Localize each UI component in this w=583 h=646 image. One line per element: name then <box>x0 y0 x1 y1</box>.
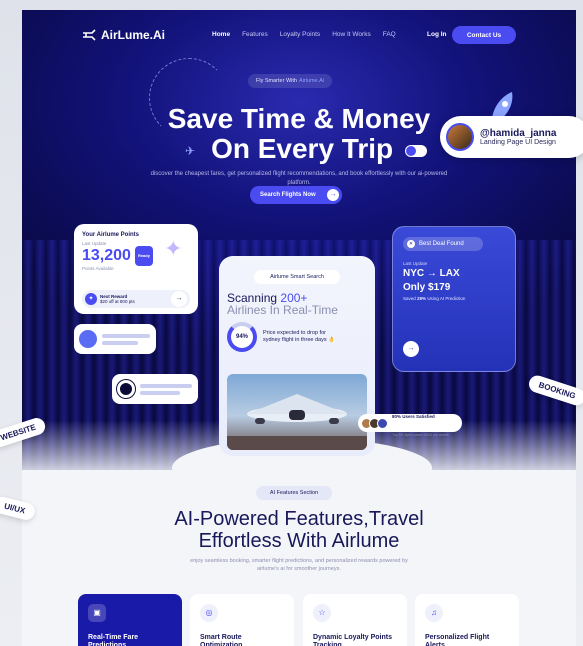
contact-button[interactable]: Contact Us <box>452 26 516 44</box>
best-deal-pill: ✕ Best Deal Found <box>403 237 483 251</box>
users-satisfied-badge: 80% Users Satisfied Top 8% flyers saved … <box>358 414 462 437</box>
features-title-line1: AI-Powered Features,Travel <box>174 508 424 530</box>
users-badge-text: 80% Users Satisfied Top 8% flyers saved … <box>392 405 449 441</box>
deal-price: Only $179 <box>403 282 451 293</box>
avatar <box>446 123 474 151</box>
text-placeholder-lines <box>102 333 150 345</box>
text-placeholder-lines <box>140 383 192 395</box>
smart-search-card[interactable]: Airlume Smart Search Scanning 200+ Airli… <box>219 256 375 456</box>
next-reward-text: Next Reward $20 off at 800 pts <box>100 294 135 305</box>
users-badge-desc: Top 8% flyers saved $400 per month <box>392 433 449 437</box>
profile-text: @hamida_janna Landing Page UI Design <box>480 128 556 146</box>
deal-saved-prefix: Saved <box>403 296 416 301</box>
arrow-right-icon: → <box>327 189 339 201</box>
designer-profile-badge: @hamida_janna Landing Page UI Design <box>440 116 583 158</box>
deal-route: NYC → LAX <box>403 268 460 279</box>
airplane-photo <box>227 374 367 450</box>
nav-link-home[interactable]: Home <box>212 31 230 38</box>
next-reward-desc: $20 off at 800 pts <box>100 299 135 304</box>
nav-link-how-it-works[interactable]: How It Works <box>332 31 371 38</box>
profile-role: Landing Page UI Design <box>480 139 556 146</box>
logo[interactable]: AirLume.Ai <box>82 28 165 42</box>
hero-pill-highlight: Airlume.Ai <box>298 78 325 84</box>
feature-title: Real-Time Fare Predictions <box>88 634 139 646</box>
scan-heading-line2: Airlines In Real-Time <box>227 303 338 317</box>
points-available-label: Points Available <box>82 266 114 271</box>
feature-title: Smart Route Optimization <box>200 634 243 646</box>
prediction-text: Price expected to drop for sydney flight… <box>263 330 335 343</box>
ready-badge: Ready <box>134 246 153 266</box>
features-subtitle: enjoy seamless booking, smarter flight p… <box>190 558 408 572</box>
feature-card-fare-predictions[interactable]: ▣ Real-Time Fare Predictions <box>78 594 182 646</box>
deal-saved-pct: 28% <box>417 296 427 301</box>
deal-saved-suffix: Using AI Prediction <box>427 296 466 301</box>
placeholder-card-1 <box>74 324 156 354</box>
deal-saved: Saved 28% Using AI Prediction <box>403 296 505 301</box>
plane-logo-icon <box>83 29 96 41</box>
next-reward-row[interactable]: ✦ Next Reward $20 off at 800 pts → <box>82 290 190 308</box>
search-flights-label: Search Flights Now <box>260 192 316 198</box>
arrow-right-icon[interactable]: → <box>403 341 419 357</box>
avatar <box>377 417 388 429</box>
avatar-group <box>361 417 388 429</box>
nav-link-features[interactable]: Features <box>242 31 268 38</box>
airplane-illustration <box>227 394 367 450</box>
ai-features-pill: AI Features Section <box>256 486 332 500</box>
login-link[interactable]: Log In <box>427 31 447 38</box>
sparkle-icon: ✦ <box>164 236 183 261</box>
nav-link-loyalty-points[interactable]: Loyalty Points <box>280 31 320 38</box>
feature-title: Dynamic Loyalty Points Tracking <box>313 634 392 646</box>
placeholder-card-2 <box>112 374 198 404</box>
points-value: 13,200 <box>82 247 131 264</box>
star-icon: ☆ <box>313 604 331 622</box>
prediction-row: 94% Price expected to drop for sydney fl… <box>227 322 367 352</box>
landing-page: AirLume.Ai Home Features Loyalty Points … <box>22 10 576 646</box>
bell-icon: ♫ <box>425 604 443 622</box>
percent-ring: 94% <box>227 322 257 352</box>
nav-links: Home Features Loyalty Points How It Work… <box>212 31 396 38</box>
feature-card-flight-alerts[interactable]: ♫ Personalized Flight Alerts <box>415 594 519 646</box>
next-reward-title: Next Reward <box>100 293 128 299</box>
best-deal-card[interactable]: ✕ Best Deal Found Last Update NYC → LAX … <box>392 226 516 372</box>
best-deal-label: Best Deal Found <box>419 241 464 247</box>
feature-card-loyalty-tracking[interactable]: ☆ Dynamic Loyalty Points Tracking <box>303 594 407 646</box>
radio-placeholder <box>117 380 135 398</box>
feature-title: Personalized Flight Alerts <box>425 634 490 646</box>
chart-icon: ▣ <box>88 604 106 622</box>
hero-pill-text: Fly Smarter With <box>256 78 297 84</box>
airplane-icon: ✈ <box>185 144 196 158</box>
feature-card-route-optimization[interactable]: ◎ Smart Route Optimization <box>190 594 294 646</box>
profile-handle: @hamida_janna <box>480 128 557 139</box>
search-flights-button[interactable]: Search Flights Now → <box>250 186 342 204</box>
logo-text: AirLume.Ai <box>101 28 166 42</box>
toggle-icon <box>404 144 427 157</box>
users-badge-title: 80% Users Satisfied <box>392 414 435 419</box>
avatar-placeholder <box>79 330 97 348</box>
points-card-title: Your Airlume Points <box>82 232 140 238</box>
close-icon: ✕ <box>407 240 415 248</box>
features-title-line2: Effortless With Airlume <box>198 530 400 552</box>
gift-icon: ✦ <box>85 293 97 305</box>
nav-link-faq[interactable]: FAQ <box>383 31 396 38</box>
smart-search-pill: Airlume Smart Search <box>254 270 340 284</box>
hero-pill: Fly Smarter With Airlume.Ai <box>248 74 333 88</box>
location-pin-icon: ◎ <box>200 604 218 622</box>
deal-last-update: Last Update <box>403 261 428 266</box>
screenshot-stage: AirLume.Ai Home Features Loyalty Points … <box>0 0 583 646</box>
hero-title-line2-text: On Every Trip <box>211 133 394 164</box>
top-nav: AirLume.Ai Home Features Loyalty Points … <box>22 26 576 48</box>
arrow-right-icon[interactable]: → <box>171 291 187 307</box>
